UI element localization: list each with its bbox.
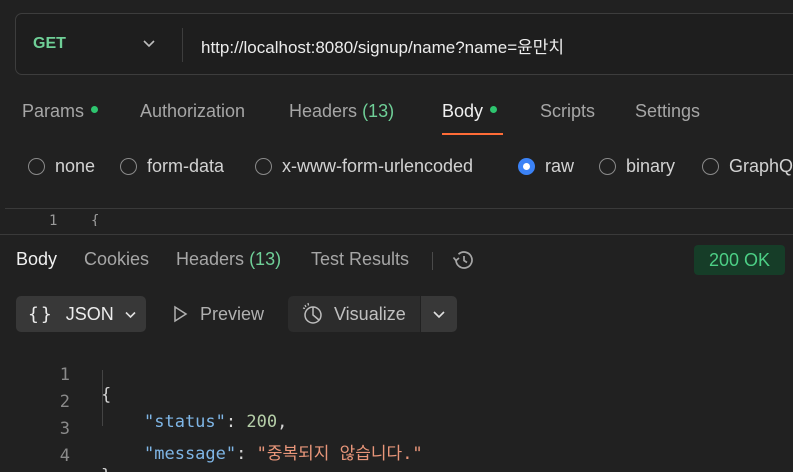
chevron-down-icon <box>125 311 136 318</box>
params-indicator-dot <box>91 105 99 113</box>
line-number: 4 <box>59 446 70 466</box>
radio-binary[interactable]: binary <box>599 156 675 177</box>
active-tab-underline <box>442 133 503 135</box>
visualize-button[interactable]: Visualize <box>288 296 420 332</box>
radio-selected-icon <box>518 158 535 175</box>
tab-params[interactable]: Params <box>22 101 99 122</box>
code-line: 2 "status": 200, <box>0 372 793 432</box>
response-tab-test-results[interactable]: Test Results <box>311 249 409 270</box>
radio-graphql-label: GraphQ <box>729 156 793 176</box>
body-indicator-dot <box>490 105 498 113</box>
radio-circle-icon <box>702 158 719 175</box>
editor-first-char: { <box>91 213 100 226</box>
radio-circle-icon <box>28 158 45 175</box>
visualize-dropdown[interactable] <box>421 296 457 332</box>
tab-headers[interactable]: Headers (13) <box>289 101 394 122</box>
tab-authorization[interactable]: Authorization <box>140 101 245 122</box>
play-icon <box>174 305 188 323</box>
radio-none[interactable]: none <box>28 156 95 177</box>
chevron-down-icon <box>433 311 445 319</box>
radio-none-label: none <box>55 156 96 176</box>
radio-form-data-label: form-data <box>147 156 225 176</box>
indent-guide <box>102 370 103 426</box>
code-line: 4 } <box>0 426 793 472</box>
url-bar: GET http://localhost:8080/signup/name?na… <box>15 13 793 75</box>
request-body-editor[interactable]: 1 { <box>5 208 793 226</box>
history-icon[interactable] <box>450 248 476 272</box>
editor-line-number: 1 <box>49 213 58 226</box>
tab-headers-label: Headers <box>289 101 358 121</box>
status-badge[interactable]: 200 OK <box>694 245 785 275</box>
tab-params-label: Params <box>22 101 85 121</box>
format-dropdown[interactable]: {} JSON <box>16 296 146 332</box>
tab-scripts[interactable]: Scripts <box>540 101 595 122</box>
visualize-label: Visualize <box>334 303 406 324</box>
radio-binary-label: binary <box>626 156 676 176</box>
radio-raw-label: raw <box>545 156 575 176</box>
radio-urlencoded-label: x-www-form-urlencoded <box>282 156 474 176</box>
format-label: JSON <box>65 303 114 324</box>
radio-raw[interactable]: raw <box>518 156 574 177</box>
json-close-brace: } <box>101 466 111 472</box>
visualize-icon <box>302 302 322 324</box>
tab-separator <box>432 252 433 270</box>
response-headers-count: (13) <box>249 249 282 269</box>
tab-settings[interactable]: Settings <box>635 101 700 122</box>
code-line: 3 "message": "중복되지 않습니다." <box>0 399 793 464</box>
chevron-down-icon[interactable] <box>142 36 156 50</box>
tab-body[interactable]: Body <box>442 101 498 122</box>
radio-circle-icon <box>255 158 272 175</box>
radio-circle-icon <box>599 158 616 175</box>
radio-urlencoded[interactable]: x-www-form-urlencoded <box>255 156 473 177</box>
preview-button[interactable]: Preview <box>172 296 264 332</box>
headers-count: (13) <box>362 101 395 121</box>
pane-divider[interactable] <box>0 234 793 235</box>
preview-label: Preview <box>200 303 265 324</box>
radio-graphql[interactable]: GraphQ <box>702 156 793 177</box>
url-divider <box>182 28 183 62</box>
radio-form-data[interactable]: form-data <box>120 156 224 177</box>
body-type-radio-group: none form-data x-www-form-urlencoded raw… <box>0 156 793 180</box>
response-tab-headers[interactable]: Headers (13) <box>176 249 281 270</box>
braces-icon: {} <box>28 303 54 325</box>
method-select[interactable]: GET <box>33 35 66 53</box>
tab-body-label: Body <box>442 101 484 121</box>
response-tab-cookies[interactable]: Cookies <box>84 249 149 270</box>
response-tab-body[interactable]: Body <box>16 249 57 270</box>
url-input[interactable]: http://localhost:8080/signup/name?name=윤… <box>201 33 564 58</box>
response-tab-headers-label: Headers <box>176 249 245 269</box>
code-line: 1 { <box>0 345 793 405</box>
radio-circle-icon <box>120 158 137 175</box>
